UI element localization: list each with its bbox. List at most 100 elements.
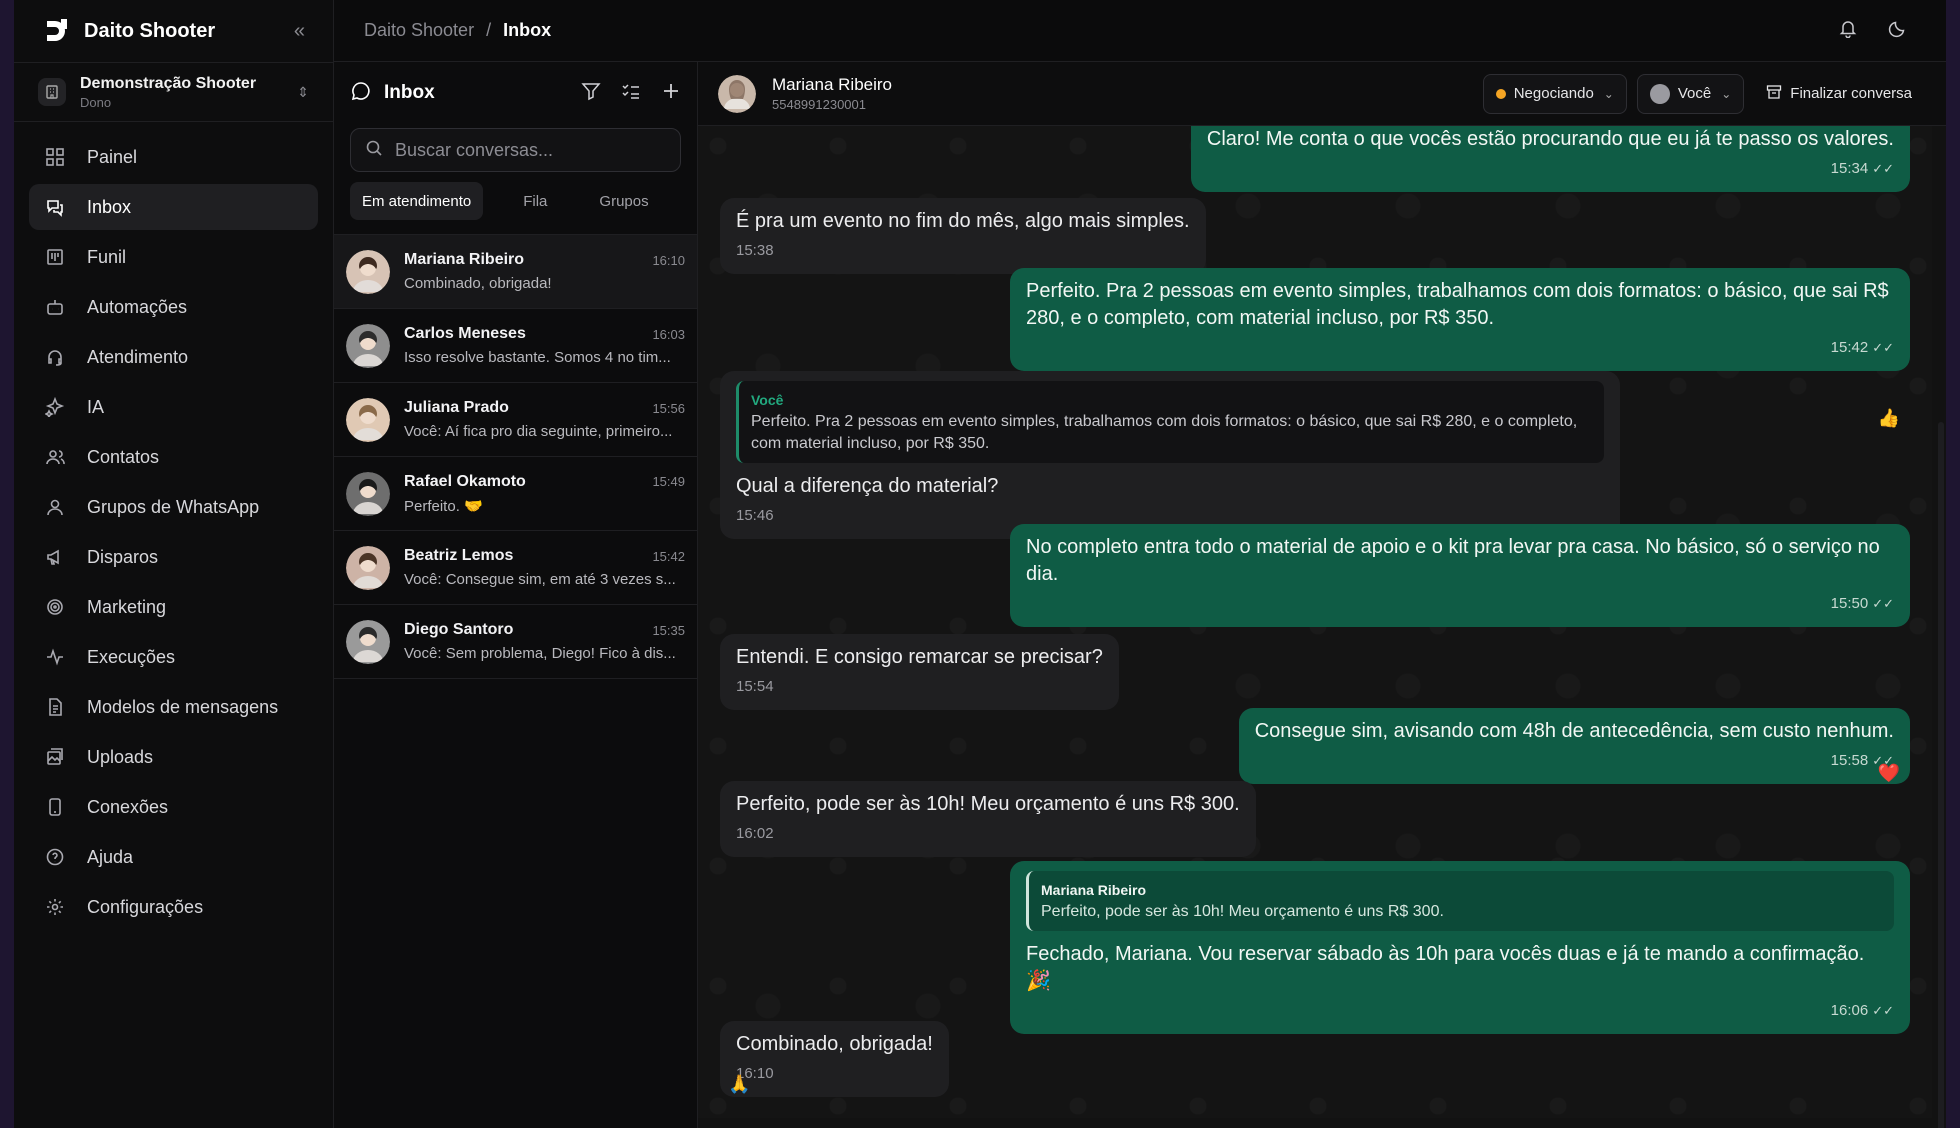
conversation-list-panel: Inbox Em atendimento Fila Grupo xyxy=(334,62,698,1128)
conversation-time: 15:42 xyxy=(652,548,685,564)
quoted-message[interactable]: Você Perfeito. Pra 2 pessoas em evento s… xyxy=(736,381,1604,463)
sidebar-item-painel[interactable]: Painel xyxy=(29,134,318,180)
contact-avatar[interactable] xyxy=(718,74,756,113)
outgoing-message[interactable]: Perfeito. Pra 2 pessoas em evento simple… xyxy=(1010,268,1910,371)
message-time: 16:06 xyxy=(1830,1002,1869,1019)
sidebar-item-configuracoes[interactable]: Configurações xyxy=(29,884,318,930)
sidebar-item-disparos[interactable]: Disparos xyxy=(29,534,318,580)
conversation-name: Beatriz Lemos xyxy=(404,547,514,564)
sidebar-item-conexoes[interactable]: Conexões xyxy=(29,784,318,830)
sidebar-item-label: Automações xyxy=(87,296,188,317)
conversation-preview: Você: Aí fica pro dia seguinte, primeiro… xyxy=(404,423,673,440)
message-time: 15:50 xyxy=(1830,595,1869,612)
inbox-title: Inbox xyxy=(384,82,435,103)
message-reaction[interactable]: 🙏 xyxy=(728,1074,750,1095)
conversation-item[interactable]: Mariana Ribeiro 16:10 Combinado, obrigad… xyxy=(334,235,697,309)
sidebar-item-ia[interactable]: IA xyxy=(29,384,318,430)
message-text: Combinado, obrigada! xyxy=(736,1033,933,1055)
plus-icon[interactable] xyxy=(661,81,681,106)
incoming-message[interactable]: É pra um evento no fim do mês, algo mais… xyxy=(720,198,1206,274)
sidebar-item-label: Conexões xyxy=(87,796,169,817)
tab-em-atendimento[interactable]: Em atendimento xyxy=(350,182,484,220)
conversation-item[interactable]: Carlos Meneses 16:03 Isso resolve bastan… xyxy=(334,309,697,383)
chat-panel: Mariana Ribeiro 5548991230001 Negociando… xyxy=(698,62,1946,1128)
breadcrumb-root[interactable]: Daito Shooter xyxy=(364,20,474,41)
message-time: 15:46 xyxy=(736,507,774,524)
message-reaction[interactable]: 👍 xyxy=(1878,408,1900,429)
collapse-sidebar-icon[interactable]: « xyxy=(294,20,305,43)
conversation-item[interactable]: Beatriz Lemos 15:42 Você: Consegue sim, … xyxy=(334,531,697,605)
message-time: 16:02 xyxy=(736,825,774,842)
sidebar-item-marketing[interactable]: Marketing xyxy=(29,584,318,630)
status-dropdown[interactable]: Negociando ⌄ xyxy=(1482,73,1627,114)
group-icon xyxy=(45,497,65,517)
message-time: 15:54 xyxy=(736,678,774,695)
tab-grupos[interactable]: Grupos xyxy=(587,182,660,220)
quoted-author: Mariana Ribeiro xyxy=(1041,882,1147,898)
filter-icon[interactable] xyxy=(581,81,601,106)
moon-icon[interactable] xyxy=(1888,18,1908,43)
sidebar-item-uploads[interactable]: Uploads xyxy=(29,734,318,780)
search-box xyxy=(350,128,681,172)
message-time: 15:34 xyxy=(1830,160,1869,177)
status-dot xyxy=(1495,88,1506,99)
outgoing-message[interactable]: Claro! Me conta o que vocês estão procur… xyxy=(1190,126,1910,192)
conversation-item[interactable]: Rafael Okamoto 15:49 Perfeito. 🤝 xyxy=(334,457,697,531)
settings-icon xyxy=(45,897,65,917)
quoted-message[interactable]: Mariana Ribeiro Perfeito, pode ser às 10… xyxy=(1026,871,1894,931)
conversation-preview: Perfeito. 🤝 xyxy=(404,497,483,515)
message-text: Fechado, Mariana. Vou reservar sábado às… xyxy=(1026,943,1865,992)
workspace-role: Dono xyxy=(80,94,112,110)
search-input[interactable] xyxy=(395,139,655,161)
breadcrumb-separator: / xyxy=(486,20,492,40)
breadcrumb-current: Inbox xyxy=(503,20,552,40)
conversation-name: Carlos Meneses xyxy=(404,325,526,342)
message-text: No completo entra todo o material de apo… xyxy=(1026,536,1880,585)
sidebar-item-atendimento[interactable]: Atendimento xyxy=(29,334,318,380)
incoming-message[interactable]: Você Perfeito. Pra 2 pessoas em evento s… xyxy=(720,371,1620,539)
assignee-dropdown[interactable]: Você ⌄ xyxy=(1636,73,1745,114)
finalize-conversation-button[interactable]: Finalizar conversa xyxy=(1766,84,1912,104)
scrollbar[interactable] xyxy=(1938,422,1944,1128)
sidebar-item-execucoes[interactable]: Execuções xyxy=(29,634,318,680)
sidebar-item-ajuda[interactable]: Ajuda xyxy=(29,834,318,880)
sidebar-item-label: Atendimento xyxy=(87,346,189,367)
sidebar-item-inbox[interactable]: Inbox xyxy=(29,184,318,230)
sidebar-item-label: Configurações xyxy=(87,896,204,917)
outgoing-message[interactable]: No completo entra todo o material de apo… xyxy=(1010,524,1910,627)
sidebar-item-label: Grupos de WhatsApp xyxy=(87,496,260,517)
message-list[interactable]: Claro! Me conta o que vocês estão procur… xyxy=(698,126,1932,1118)
incoming-message[interactable]: Perfeito, pode ser às 10h! Meu orçamento… xyxy=(720,781,1256,857)
outgoing-message[interactable]: Consegue sim, avisando com 48h de antece… xyxy=(1238,708,1910,784)
image-upload-icon xyxy=(45,747,65,767)
avatar xyxy=(346,471,390,516)
incoming-message[interactable]: Entendi. E consigo remarcar se precisar?… xyxy=(720,634,1119,710)
avatar xyxy=(346,619,390,664)
contact-name: Mariana Ribeiro xyxy=(772,75,892,94)
checklist-icon[interactable] xyxy=(621,81,641,106)
message-text: Consegue sim, avisando com 48h de antece… xyxy=(1254,720,1894,742)
double-check-icon: ✓✓ xyxy=(1872,340,1894,355)
assignee-label: Você xyxy=(1677,85,1712,102)
help-icon xyxy=(45,847,65,867)
quoted-author: Você xyxy=(751,392,784,408)
sidebar-item-grupos-de-whatsapp[interactable]: Grupos de WhatsApp xyxy=(29,484,318,530)
logo-icon xyxy=(40,16,70,46)
incoming-message[interactable]: Combinado, obrigada! 16:10 xyxy=(720,1021,949,1097)
conversation-item[interactable]: Juliana Prado 15:56 Você: Aí fica pro di… xyxy=(334,383,697,457)
workspace-switcher[interactable]: Demonstração Shooter Dono ⇕ xyxy=(14,62,333,122)
assignee-avatar xyxy=(1649,83,1670,104)
tab-fila[interactable]: Fila xyxy=(511,182,559,220)
conversation-item[interactable]: Diego Santoro 15:35 Você: Sem problema, … xyxy=(334,605,697,679)
avatar xyxy=(346,249,390,294)
message-reaction[interactable]: ❤️ xyxy=(1878,763,1900,784)
message-text: Entendi. E consigo remarcar se precisar? xyxy=(736,646,1103,668)
sidebar-item-label: Marketing xyxy=(87,596,167,617)
bell-icon[interactable] xyxy=(1838,18,1858,43)
sidebar-item-modelos-de-mensagens[interactable]: Modelos de mensagens xyxy=(29,684,318,730)
double-check-icon: ✓✓ xyxy=(1872,596,1894,611)
sidebar-item-contatos[interactable]: Contatos xyxy=(29,434,318,480)
sidebar-item-funil[interactable]: Funil xyxy=(29,234,318,280)
sidebar-item-automacoes[interactable]: Automações xyxy=(29,284,318,330)
outgoing-message[interactable]: Mariana Ribeiro Perfeito, pode ser às 10… xyxy=(1010,861,1910,1034)
